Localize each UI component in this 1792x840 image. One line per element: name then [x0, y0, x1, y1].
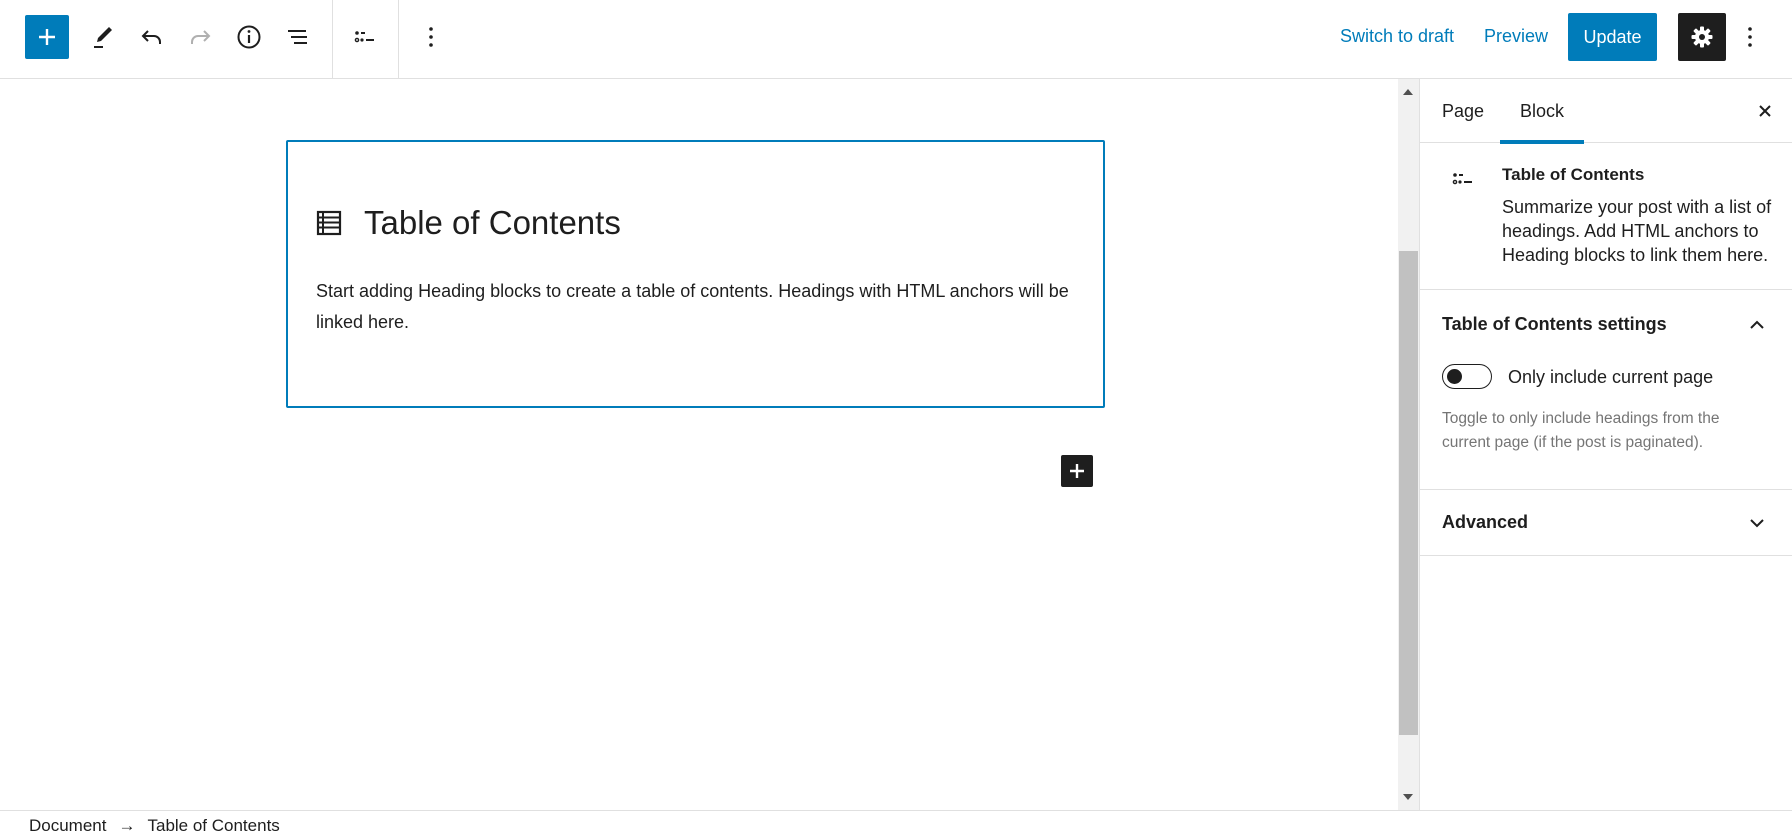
breadcrumb-current-block[interactable]: Table of Contents: [147, 816, 279, 836]
only-current-page-label[interactable]: Only include current page: [1508, 367, 1713, 388]
chevron-down-icon[interactable]: [1748, 514, 1766, 532]
block-type-button[interactable]: [343, 15, 387, 59]
close-sidebar-button[interactable]: [1753, 99, 1777, 123]
toc-settings-panel-toggle[interactable]: Table of Contents settings: [1442, 314, 1667, 335]
editor-canvas[interactable]: Table of Contents Start adding Heading b…: [0, 79, 1398, 810]
canvas-scrollbar[interactable]: [1398, 79, 1419, 810]
options-menu-button[interactable]: [1728, 15, 1772, 59]
block-card: Table of Contents Summarize your post wi…: [1420, 143, 1792, 290]
update-button[interactable]: Update: [1568, 13, 1657, 61]
list-view-button[interactable]: [276, 15, 320, 59]
pencil-icon: [94, 27, 112, 48]
scroll-up-arrow[interactable]: [1403, 89, 1413, 95]
block-options-button[interactable]: [409, 15, 453, 59]
block-placeholder-title: Table of Contents: [364, 204, 621, 241]
settings-sidebar: Page Block Table of Contents Summarize y…: [1419, 79, 1792, 810]
breadcrumb-document[interactable]: Document: [29, 816, 106, 836]
scroll-down-arrow[interactable]: [1403, 794, 1413, 800]
details-button[interactable]: [227, 15, 271, 59]
more-vertical-icon: [1748, 27, 1752, 47]
block-editor: Switch to draft Preview Update Table of …: [0, 0, 1792, 840]
table-of-contents-icon: [354, 31, 374, 43]
block-placeholder-instructions: Start adding Heading blocks to create a …: [316, 281, 1069, 332]
tools-button[interactable]: [81, 15, 125, 59]
plus-icon: [1070, 464, 1084, 478]
tab-block-label: Block: [1520, 100, 1565, 121]
block-placeholder-header: Table of Contents: [316, 204, 621, 242]
toolbar-divider: [398, 0, 399, 79]
plus-icon: [39, 29, 55, 45]
close-icon: [1759, 105, 1771, 117]
gear-icon: [1691, 26, 1713, 48]
advanced-panel: Advanced: [1420, 490, 1792, 556]
list-view-icon: [288, 30, 307, 44]
toggle-knob: [1447, 369, 1462, 384]
preview-button[interactable]: Preview: [1484, 26, 1548, 47]
table-of-contents-block[interactable]: Table of Contents Start adding Heading b…: [286, 140, 1105, 408]
chevron-up-icon[interactable]: [1748, 316, 1766, 334]
top-toolbar: Switch to draft Preview Update: [0, 0, 1792, 79]
tab-block[interactable]: Block: [1500, 79, 1585, 144]
undo-button[interactable]: [130, 15, 174, 59]
more-vertical-icon: [429, 27, 433, 47]
undo-icon: [141, 30, 161, 44]
toolbar-divider: [332, 0, 333, 79]
redo-button[interactable]: [178, 15, 222, 59]
info-icon: [237, 25, 261, 49]
advanced-panel-toggle[interactable]: Advanced: [1442, 512, 1528, 533]
toc-settings-panel: Table of Contents settings Only include …: [1420, 290, 1792, 490]
redo-icon: [191, 30, 211, 44]
block-breadcrumb: Document → Table of Contents: [0, 810, 1792, 840]
toggle-help-text: Toggle to only include headings from the…: [1442, 410, 1720, 451]
block-card-description: Summarize your post with a list of headi…: [1502, 197, 1772, 265]
table-of-contents-icon: [1452, 173, 1472, 185]
only-current-page-toggle[interactable]: [1442, 364, 1492, 389]
add-block-button[interactable]: [1061, 455, 1093, 487]
sidebar-tabs: Page Block: [1420, 79, 1792, 144]
block-inserter-button[interactable]: [25, 15, 69, 59]
switch-to-draft-button[interactable]: Switch to draft: [1340, 26, 1454, 47]
tab-page[interactable]: Page: [1442, 79, 1484, 143]
list-table-icon: [316, 210, 342, 236]
breadcrumb-separator: →: [118, 815, 136, 835]
block-card-title: Table of Contents: [1502, 165, 1645, 184]
scrollbar-thumb[interactable]: [1399, 251, 1418, 735]
settings-button[interactable]: [1678, 13, 1726, 61]
